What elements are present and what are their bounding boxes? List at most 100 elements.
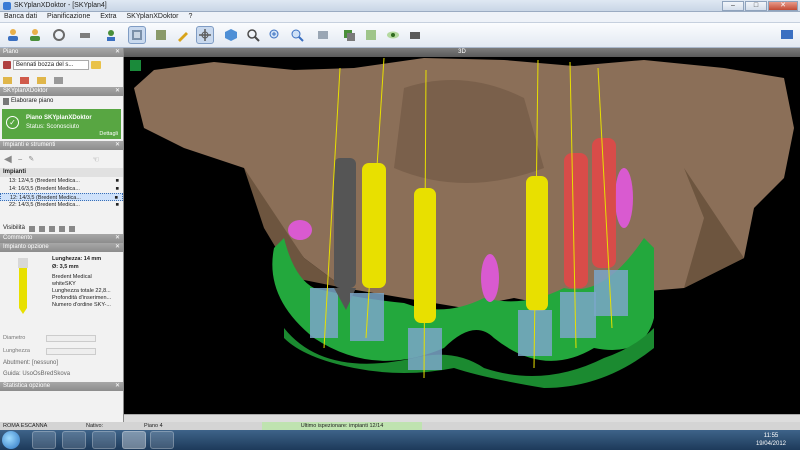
commento-header: Commento ✕ — [0, 234, 123, 243]
pen-icon[interactable]: ✎ — [28, 154, 34, 165]
details-link[interactable]: Dettagli — [99, 131, 118, 137]
clock[interactable]: 11:55 19/04/2012 — [756, 432, 786, 448]
minimize-button[interactable]: – — [722, 1, 744, 11]
camera-icon[interactable] — [406, 26, 424, 44]
start-button[interactable] — [2, 431, 20, 449]
user-settings-icon[interactable] — [102, 26, 120, 44]
implant-tool-icon[interactable] — [362, 26, 380, 44]
lock-icon[interactable]: ■ — [116, 177, 119, 185]
eye-icon[interactable] — [384, 26, 402, 44]
zoom-area-icon[interactable] — [288, 26, 306, 44]
window-title: SKYplanXDoktor - [SKYplan4] — [14, 2, 107, 9]
select-view-icon[interactable] — [128, 26, 146, 44]
implant-row-selected[interactable]: 12: 14/3,5 (Bredent Medica... ■ — [0, 193, 123, 201]
implant-row[interactable]: 13: 12/4,5 (Bredent Medica... ■ — [0, 177, 123, 185]
lock-icon[interactable]: ■ — [116, 185, 119, 193]
app-icon — [3, 2, 11, 10]
piano-header: Piano ✕ — [0, 48, 123, 57]
search-icon[interactable] — [244, 26, 262, 44]
implant-tree: Impianti 13: 12/4,5 (Bredent Medica... ■ … — [0, 168, 123, 209]
status-left: ROMA ESCANNA — [3, 423, 48, 429]
minus-icon[interactable]: − — [18, 154, 23, 165]
menu-pianificazione[interactable]: Pianificazione — [43, 12, 94, 21]
status-subtitle: Status: Sconosciuto — [26, 124, 80, 130]
key-gray-icon[interactable] — [54, 76, 63, 84]
visibility-tool-icon[interactable] — [48, 225, 55, 232]
tree-header[interactable]: Impianti — [0, 168, 123, 177]
patient-open-icon[interactable] — [26, 26, 44, 44]
visibility-tool-icon[interactable] — [58, 225, 65, 232]
jaw-render[interactable] — [124, 48, 800, 414]
taskbar: 11:55 19/04/2012 — [0, 430, 800, 450]
plan-icon — [3, 61, 11, 69]
horizontal-scrollbar[interactable] — [124, 414, 800, 422]
close-button[interactable]: ✕ — [768, 1, 798, 11]
lunghezza-row: Lunghezza — [0, 345, 123, 358]
elaborare-row[interactable]: Elaborare piano — [0, 96, 123, 107]
implant-row[interactable]: 14: 16/3,5 (Bredent Medica... ■ — [0, 185, 123, 193]
menu-help[interactable]: ? — [184, 12, 196, 21]
diametro-field[interactable] — [46, 335, 96, 342]
menu-skyplanxdoktor[interactable]: SKYplanXDoktor — [123, 12, 183, 21]
close-icon[interactable]: ✕ — [115, 243, 120, 252]
close-icon[interactable]: ✕ — [115, 87, 120, 96]
shield-icon[interactable] — [92, 431, 116, 449]
tools-icon[interactable] — [76, 26, 94, 44]
implant-icon — [18, 258, 28, 314]
left-panel: Piano ✕ Bennati bozza del s... SKYplanXDo… — [0, 48, 124, 426]
zoom-in-icon[interactable] — [266, 26, 284, 44]
doktor-header: SKYplanXDoktor ✕ — [0, 87, 123, 96]
close-icon[interactable]: ✕ — [115, 382, 120, 391]
key-icon[interactable] — [3, 76, 12, 84]
viewport-3d[interactable]: 3D — [124, 48, 800, 414]
close-icon[interactable]: ✕ — [115, 48, 120, 57]
menu-banca-dati[interactable]: Banca dati — [0, 12, 41, 21]
slice-icon[interactable] — [152, 26, 170, 44]
key-red-icon[interactable] — [20, 76, 29, 84]
folder-icon[interactable] — [91, 61, 101, 69]
lock-icon[interactable]: ■ — [116, 201, 119, 209]
elaborare-label: Elaborare piano — [11, 98, 54, 104]
plan-actions — [0, 73, 123, 87]
title-bar: SKYplanXDoktor - [SKYplan4] – □ ✕ — [0, 0, 800, 12]
cube-icon[interactable] — [222, 26, 240, 44]
patient-icon[interactable] — [4, 26, 22, 44]
total-length-label: Lunghezza totale 22,8... — [52, 288, 111, 294]
skyplan-taskbar-icon[interactable] — [122, 431, 146, 449]
close-icon[interactable]: ✕ — [115, 234, 120, 243]
menu-extra[interactable]: Extra — [96, 12, 120, 21]
visibility-tool-icon[interactable] — [68, 225, 75, 232]
toolbar — [0, 23, 800, 48]
crosshair-icon[interactable] — [196, 26, 214, 44]
visibility-tool-icon[interactable] — [38, 225, 45, 232]
measure-icon[interactable] — [314, 26, 332, 44]
key-gold-icon[interactable] — [37, 76, 46, 84]
lunghezza-field[interactable] — [46, 348, 96, 355]
implant-row[interactable]: 22: 14/3,5 (Bredent Medica... ■ — [0, 201, 123, 209]
impianto-header: Impianto opzione ✕ — [0, 243, 123, 252]
visibility-tool-icon[interactable] — [28, 225, 35, 232]
explorer-icon[interactable] — [32, 431, 56, 449]
plan-select[interactable]: Bennati bozza del s... — [13, 60, 89, 70]
status-title: Piano SKYplanXDoktor — [26, 115, 92, 121]
orientation-icon[interactable] — [130, 60, 141, 71]
arrow-left-icon[interactable]: ◀ — [4, 154, 12, 165]
implant-toolbar: ◀ − ✎ ☜ — [0, 150, 123, 168]
close-icon[interactable]: ✕ — [115, 141, 120, 150]
app-taskbar-icon[interactable] — [150, 431, 174, 449]
implant-info: Lunghezza: 14 mm Ø: 3,5 mm Bredent Medic… — [0, 252, 123, 332]
maximize-button[interactable]: □ — [745, 1, 767, 11]
status-bar: ROMA ESCANNA Nativo: Piano 4 Ultimo ispe… — [0, 422, 800, 430]
pencil-icon[interactable] — [174, 26, 192, 44]
rotate-icon[interactable] — [50, 26, 68, 44]
media-icon[interactable] — [62, 431, 86, 449]
maker-label: Bredent Medical — [52, 274, 92, 280]
hand-icon[interactable]: ☜ — [92, 154, 99, 165]
screen-icon[interactable] — [778, 26, 796, 44]
plan-row: Bennati bozza del s... — [0, 57, 123, 73]
document-icon — [3, 98, 9, 105]
layers-icon[interactable] — [340, 26, 358, 44]
line-label: whiteSKY — [52, 281, 76, 287]
clock-time: 11:55 — [763, 433, 779, 439]
clock-date: 19/04/2012 — [755, 441, 786, 447]
